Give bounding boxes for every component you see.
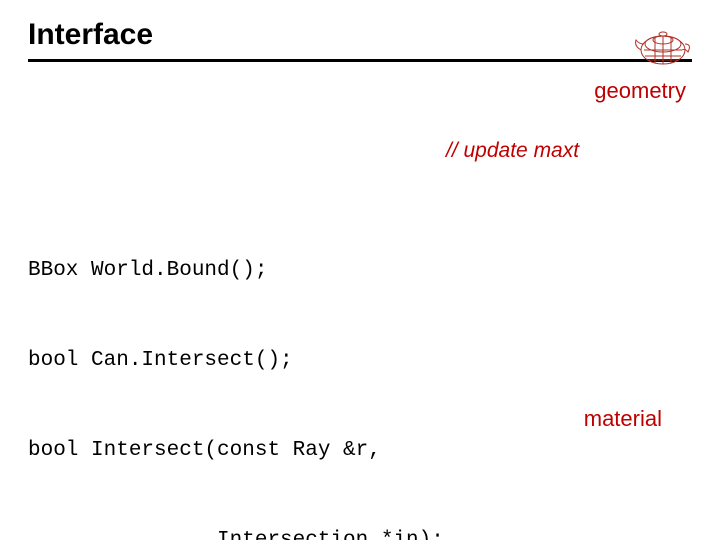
- code-line: Intersection *in);: [28, 526, 692, 540]
- title-rule: [28, 59, 692, 62]
- page-title: Interface: [28, 18, 692, 51]
- annotation-material: material: [584, 404, 662, 434]
- code-body: geometry // update maxt material BBox Wo…: [28, 76, 692, 540]
- teapot-icon: [630, 22, 692, 68]
- teapot-logo: [630, 22, 692, 68]
- slide-root: Interface geometry // update maxt materi…: [0, 0, 720, 540]
- code-line: bool Intersect(const Ray &r,: [28, 436, 692, 466]
- annotation-geometry: geometry: [594, 76, 686, 106]
- code-line: BBox World.Bound();: [28, 256, 692, 286]
- annotation-update: // update maxt: [446, 136, 579, 166]
- code-line: bool Can.Intersect();: [28, 346, 692, 376]
